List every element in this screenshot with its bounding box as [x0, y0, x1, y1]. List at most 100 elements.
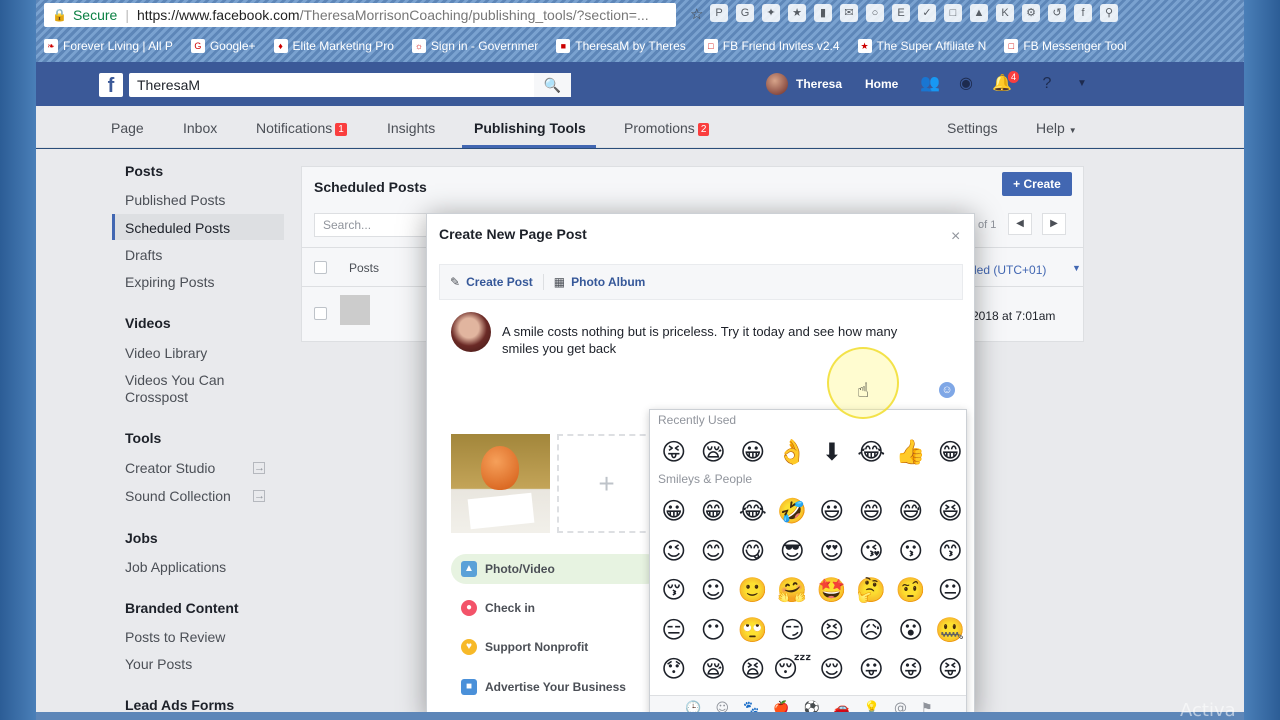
tab-create-post[interactable]: ✎ Create Post — [440, 275, 543, 289]
bookmark-item[interactable]: ■ TheresaM by Theres — [556, 39, 686, 53]
emoji-item[interactable]: 👍 — [891, 434, 931, 470]
sidebar-item-sound-collection[interactable]: Sound Collection — [125, 488, 231, 504]
friends-icon[interactable]: 👥 — [920, 74, 940, 94]
tab-page[interactable]: Page — [111, 120, 144, 136]
address-bar[interactable]: 🔒 Secure | https://www.facebook.com /The… — [44, 3, 676, 27]
emoji-item[interactable]: 😛 — [852, 651, 892, 687]
sidebar-item-posts-to-review[interactable]: Posts to Review — [125, 629, 225, 645]
messenger-icon[interactable]: ◉ — [956, 74, 976, 94]
emoji-item[interactable]: 😏 — [773, 612, 813, 648]
emoji-item[interactable]: 😀 — [654, 493, 694, 529]
tab-inbox[interactable]: Inbox — [183, 120, 217, 136]
bookmark-item[interactable]: ♦ Elite Marketing Pro — [273, 39, 394, 53]
emoji-item[interactable]: 😌 — [812, 651, 852, 687]
emoji-item[interactable]: 😗 — [891, 533, 931, 569]
bookmark-star-icon[interactable]: ☆ — [690, 5, 703, 23]
emoji-item[interactable]: 🤩 — [812, 572, 852, 608]
emoji-item[interactable]: 😥 — [852, 612, 892, 648]
tab-insights[interactable]: Insights — [387, 120, 435, 136]
extension-icon[interactable]: K — [996, 4, 1014, 22]
help-icon[interactable]: ? — [1037, 74, 1057, 94]
tab-notifications[interactable]: Notifications 1 — [256, 120, 347, 136]
emoji-item[interactable]: 🙄 — [733, 612, 773, 648]
bookmark-item[interactable]: ❧ Forever Living | All P — [44, 39, 173, 53]
emoji-item[interactable]: 😁 — [694, 493, 734, 529]
sidebar-item-video-library[interactable]: Video Library — [125, 345, 207, 361]
select-all-checkbox[interactable] — [314, 261, 327, 274]
home-link[interactable]: Home — [865, 77, 898, 91]
grammarly-extension-icon[interactable]: G — [736, 4, 754, 22]
extension-icon[interactable]: □ — [944, 4, 962, 22]
bookmark-item[interactable]: □ FB Messenger Tool — [1004, 39, 1127, 53]
tab-promotions[interactable]: Promotions 2 — [624, 120, 710, 136]
create-button[interactable]: + Create — [1002, 172, 1072, 196]
extension-icon[interactable]: ★ — [788, 4, 806, 22]
extension-icon[interactable]: ✓ — [918, 4, 936, 22]
emoji-item[interactable]: 😍 — [812, 533, 852, 569]
extension-icon[interactable]: ↺ — [1048, 4, 1066, 22]
emoji-item[interactable]: 🤗 — [773, 572, 813, 608]
emoji-item[interactable]: 😫 — [733, 651, 773, 687]
bookmark-item[interactable]: ☼ Sign in - Governmer — [411, 39, 538, 53]
facebook-logo-icon[interactable]: f — [99, 73, 123, 97]
bookmark-extension-icon[interactable]: ▮ — [814, 4, 832, 22]
emoji-item[interactable]: 😝 — [654, 434, 694, 470]
emoji-item[interactable]: 😪 — [694, 434, 734, 470]
emoji-item[interactable]: 😆 — [931, 493, 967, 529]
check-in-button[interactable]: ● Check in — [451, 593, 661, 623]
search-input[interactable]: TheresaM — [129, 73, 571, 97]
evernote-extension-icon[interactable]: E — [892, 4, 910, 22]
emoji-item[interactable]: 😂 — [852, 434, 892, 470]
profile-link[interactable]: Theresa — [766, 73, 842, 95]
sidebar-item-published-posts[interactable]: Published Posts — [125, 192, 225, 208]
sidebar-item-creator-studio[interactable]: Creator Studio — [125, 460, 215, 476]
tab-help[interactable]: Help ▼ — [1036, 120, 1077, 136]
sidebar-item-scheduled-posts[interactable]: Scheduled Posts — [125, 220, 230, 236]
emoji-item[interactable]: 😄 — [852, 493, 892, 529]
extension-icon[interactable]: ⚙ — [1022, 4, 1040, 22]
emoji-item[interactable]: 😙 — [931, 533, 967, 569]
emoji-item[interactable]: 😝 — [931, 651, 967, 687]
extension-icon[interactable]: ✦ — [762, 4, 780, 22]
sidebar-item-job-applications[interactable]: Job Applications — [125, 559, 226, 575]
emoji-item[interactable]: 😜 — [891, 651, 931, 687]
caret-down-icon[interactable]: ▼ — [1072, 263, 1081, 273]
extension-icon[interactable]: ▲ — [970, 4, 988, 22]
emoji-item[interactable]: 😴 — [773, 651, 813, 687]
emoji-item[interactable]: 😉 — [654, 533, 694, 569]
emoji-item[interactable]: 😎 — [773, 533, 813, 569]
timezone-filter[interactable]: led (UTC+01) — [974, 263, 1046, 277]
emoji-item[interactable]: 😘 — [852, 533, 892, 569]
emoji-item[interactable]: 😮 — [891, 612, 931, 648]
emoji-item[interactable]: 🤣 — [773, 493, 813, 529]
emoji-item[interactable]: 😣 — [812, 612, 852, 648]
bookmark-item[interactable]: □ FB Friend Invites v2.4 — [703, 39, 840, 53]
photo-video-button[interactable]: ▲ Photo/Video — [451, 554, 661, 584]
add-photo-button[interactable]: + — [557, 434, 656, 533]
emoji-item[interactable]: 😁 — [931, 434, 967, 470]
emoji-item[interactable]: 😅 — [891, 493, 931, 529]
emoji-item[interactable]: 🤔 — [852, 572, 892, 608]
emoji-picker-toggle-icon[interactable]: ☺ — [939, 382, 955, 398]
emoji-item[interactable]: 😯 — [654, 651, 694, 687]
search-icon[interactable]: 🔍 — [534, 73, 571, 97]
bookmark-item[interactable]: G Google+ — [190, 39, 256, 53]
close-icon[interactable]: × — [951, 228, 960, 246]
bookmark-item[interactable]: ★ The Super Affiliate N — [857, 39, 986, 53]
emoji-item[interactable]: 😋 — [733, 533, 773, 569]
emoji-item[interactable]: ☺ — [694, 572, 734, 608]
emoji-item[interactable]: 🙂 — [733, 572, 773, 608]
emoji-item[interactable]: 😐 — [931, 572, 967, 608]
emoji-item[interactable]: 😀 — [733, 434, 773, 470]
emoji-item[interactable]: 😚 — [654, 572, 694, 608]
emoji-item[interactable]: 🤐 — [931, 612, 967, 648]
tab-publishing-tools[interactable]: Publishing Tools — [474, 120, 586, 136]
sidebar-item-expiring-posts[interactable]: Expiring Posts — [125, 274, 214, 290]
chevron-down-icon[interactable]: ▼ — [1072, 74, 1092, 94]
sidebar-item-your-posts[interactable]: Your Posts — [125, 656, 192, 672]
emoji-item[interactable]: 😪 — [694, 651, 734, 687]
emoji-item[interactable]: 😑 — [654, 612, 694, 648]
next-page-button[interactable]: ▶ — [1042, 213, 1066, 235]
prev-page-button[interactable]: ◀ — [1008, 213, 1032, 235]
extension-icon[interactable]: ⚲ — [1100, 4, 1118, 22]
